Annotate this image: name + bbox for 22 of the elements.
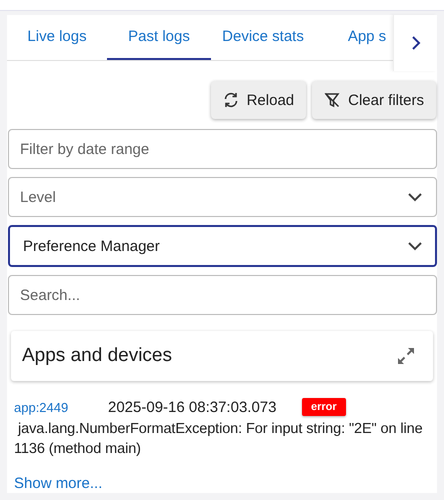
log-source-link[interactable]: app:2449 (14, 400, 108, 414)
chevron-right-icon (410, 35, 420, 51)
tab[interactable]: App s (315, 15, 393, 60)
dropdown[interactable]: Preference Manager (8, 225, 437, 267)
tab[interactable]: Device stats (211, 15, 315, 60)
dropdown[interactable]: Level (8, 177, 437, 217)
tab[interactable]: Live logs (7, 15, 107, 60)
level-badge: error (302, 398, 346, 416)
show-more-link[interactable]: Show more... (14, 475, 102, 492)
expand-icon[interactable] (397, 347, 415, 365)
refresh-icon (222, 92, 239, 108)
input-field[interactable]: Filter by date range (8, 129, 437, 169)
log-timestamp: 2025-09-16 08:37:03.073 (108, 398, 278, 416)
log-message: java.lang.NumberFormatException: For input string: "2E" on line 1136 (method main) (14, 420, 424, 459)
input-field[interactable]: Search... (8, 275, 437, 315)
clear-filters-button[interactable]: Clear filters (312, 81, 436, 119)
tab[interactable]: Past logs (107, 15, 211, 60)
card-title: Apps and devices (22, 345, 172, 367)
filter-off-icon (324, 92, 340, 108)
chevron-down-icon (407, 241, 423, 251)
chevron-down-icon (407, 192, 423, 202)
reload-button[interactable]: Reload (210, 81, 306, 119)
